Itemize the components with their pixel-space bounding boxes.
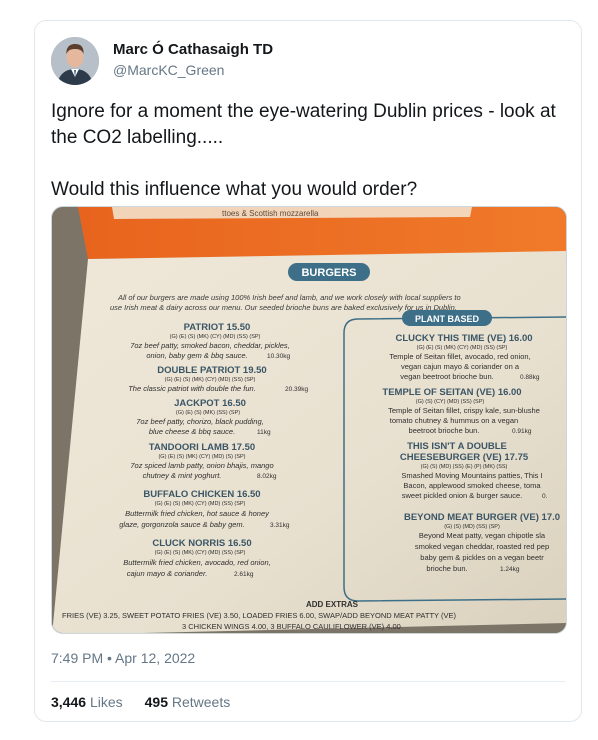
intro-line-2: use Irish meat & dairy across our menu. … (110, 303, 457, 312)
svg-text:(G) (E) (S) (MK) (CY) (MD) (SS: (G) (E) (S) (MK) (CY) (MD) (SS) (SP) (155, 501, 246, 507)
svg-text:7oz spiced lamb patty, onion b: 7oz spiced lamb patty, onion bhajis, man… (130, 461, 273, 470)
svg-text:BUFFALO CHICKEN 16.50: BUFFALO CHICKEN 16.50 (143, 489, 260, 500)
svg-text:0.91kg: 0.91kg (512, 428, 532, 435)
svg-text:JACKPOT 16.50: JACKPOT 16.50 (174, 398, 246, 409)
intro-line-1: All of our burgers are made using 100% I… (117, 293, 461, 302)
svg-text:8.02kg: 8.02kg (257, 473, 277, 480)
svg-text:TANDOORI LAMB 17.50: TANDOORI LAMB 17.50 (149, 442, 255, 453)
svg-text:(G) (E) (S) (MK) (CY) (MD) (S): (G) (E) (S) (MK) (CY) (MD) (S) (SP) (158, 454, 245, 460)
svg-text:PATRIOT 15.50: PATRIOT 15.50 (184, 322, 251, 333)
likes-stat[interactable]: 3,446 Likes (51, 694, 123, 710)
svg-text:CHEESEBURGER (VE) 17.75: CHEESEBURGER (VE) 17.75 (400, 452, 529, 463)
menu-photo: ttoes & Scottish mozzarella BURGERS All … (52, 207, 566, 633)
svg-text:Temple of Seitan fillet, avoca: Temple of Seitan fillet, avocado, red on… (389, 352, 530, 361)
svg-text:11kg: 11kg (257, 429, 271, 436)
extras-line-2: 3 CHICKEN WINGS 4.00, 3 BUFFALO CAULIFLO… (182, 622, 401, 631)
svg-text:BEYOND MEAT BURGER (VE) 17.0: BEYOND MEAT BURGER (VE) 17.0 (404, 512, 560, 523)
svg-text:CLUCK NORRIS 16.50: CLUCK NORRIS 16.50 (152, 538, 251, 549)
svg-text:1.24kg: 1.24kg (500, 566, 520, 573)
svg-text:20.39kg: 20.39kg (285, 386, 309, 393)
likes-label: Likes (89, 694, 123, 710)
svg-text:blue cheese & bbq sauce.: blue cheese & bbq sauce. (149, 427, 235, 436)
svg-text:10.30kg: 10.30kg (267, 353, 291, 360)
svg-text:Smashed Moving Mountains patti: Smashed Moving Mountains patties, This I (401, 471, 542, 480)
svg-text:(G) (S) (MD) (SS) (SP): (G) (S) (MD) (SS) (SP) (444, 524, 500, 530)
likes-count: 3,446 (51, 694, 87, 710)
svg-text:(G) (E) (S) (MK) (SS) (SP): (G) (E) (S) (MK) (SS) (SP) (176, 410, 240, 416)
tweet-timestamp[interactable]: 7:49 PM • Apr 12, 2022 (51, 650, 195, 666)
svg-text:Buttermilk fried chicken, hot: Buttermilk fried chicken, hot sauce & ho… (125, 509, 270, 518)
svg-text:(G) (E) (S) (MK) (CY) (MD) (SS: (G) (E) (S) (MK) (CY) (MD) (SS) (SP) (170, 334, 261, 340)
tweet-text: Ignore for a moment the eye-watering Dub… (51, 99, 566, 203)
svg-text:7oz beef patty, chorizo, black: 7oz beef patty, chorizo, black pudding, (136, 417, 263, 426)
svg-text:smoked vegan cheddar, roasted: smoked vegan cheddar, roasted red pep (415, 542, 549, 551)
svg-text:onion, baby gem & bbq sauce.: onion, baby gem & bbq sauce. (146, 351, 247, 360)
svg-text:sweet pickled onion & burger s: sweet pickled onion & burger sauce. (402, 491, 523, 500)
svg-text:0.: 0. (542, 493, 548, 500)
svg-text:glaze, gorgonzola sauce & baby: glaze, gorgonzola sauce & baby gem. (119, 520, 245, 529)
tweet-text-paragraph-1: Ignore for a moment the eye-watering Dub… (51, 101, 556, 148)
svg-text:THIS ISN'T A DOUBLE: THIS ISN'T A DOUBLE (407, 441, 507, 452)
svg-text:(G) (S) (MD) (SS) (E) (P) (MK): (G) (S) (MD) (SS) (E) (P) (MK) (SS) (421, 464, 508, 470)
retweets-label: Retweets (171, 694, 231, 710)
svg-text:(G) (S) (CY) (MD) (SS) (SP): (G) (S) (CY) (MD) (SS) (SP) (416, 399, 485, 405)
author-display-name[interactable]: Marc Ó Cathasaigh TD (113, 41, 273, 58)
svg-text:(G) (E) (S) (MK) (CY) (MD) (SS: (G) (E) (S) (MK) (CY) (MD) (SS) (SP) (417, 345, 508, 351)
retweets-count: 495 (144, 694, 168, 710)
svg-text:3.31kg: 3.31kg (270, 522, 290, 529)
svg-text:(G) (E) (S) (MK) (CY) (MD) (SS: (G) (E) (S) (MK) (CY) (MD) (SS) (SP) (165, 377, 256, 383)
author-handle[interactable]: @MarcKC_Green (113, 62, 224, 78)
avatar-portrait-image (51, 37, 99, 85)
top-strip-text: ttoes & Scottish mozzarella (222, 209, 319, 218)
tweet-card: Marc Ó Cathasaigh TD @MarcKC_Green Ignor… (34, 20, 582, 722)
svg-text:Bacon, applewood smoked cheese: Bacon, applewood smoked cheese, toma (403, 481, 541, 490)
svg-text:brioche bun.: brioche bun. (426, 564, 467, 573)
add-extras-title: ADD EXTRAS (306, 600, 359, 609)
svg-text:beetroot brioche bun.: beetroot brioche bun. (409, 426, 480, 435)
tweet-text-paragraph-2: Would this influence what you would orde… (51, 179, 418, 200)
svg-text:Buttermilk fried chicken, avoc: Buttermilk fried chicken, avocado, red o… (123, 558, 271, 567)
svg-text:vegan cajun mayo & coriander o: vegan cajun mayo & coriander on a (401, 362, 520, 371)
svg-text:cajun mayo & coriander.: cajun mayo & coriander. (127, 569, 208, 578)
svg-text:0.88kg: 0.88kg (520, 374, 540, 381)
svg-text:The classic patriot with doubl: The classic patriot with double the fun. (128, 384, 256, 393)
tweet-stats: 3,446 Likes 495 Retweets (51, 694, 230, 710)
svg-text:vegan beetroot brioche bun.: vegan beetroot brioche bun. (400, 372, 493, 381)
svg-text:chutney & mint yoghurt.: chutney & mint yoghurt. (143, 471, 222, 480)
svg-text:tomato chutney & hummus on a v: tomato chutney & hummus on a vegan (390, 416, 518, 425)
burgers-title: BURGERS (301, 267, 356, 279)
divider (51, 681, 565, 682)
svg-text:2.61kg: 2.61kg (234, 571, 254, 578)
tweet-photo[interactable]: ttoes & Scottish mozzarella BURGERS All … (51, 206, 567, 634)
svg-text:CLUCKY THIS TIME (VE) 16.00: CLUCKY THIS TIME (VE) 16.00 (395, 333, 532, 344)
svg-text:DOUBLE PATRIOT 19.50: DOUBLE PATRIOT 19.50 (157, 365, 266, 376)
extras-line-1: FRIES (VE) 3.25, SWEET POTATO FRIES (VE)… (62, 611, 456, 620)
author-avatar[interactable] (51, 37, 99, 85)
plant-based-label: PLANT BASED (415, 314, 480, 324)
svg-text:7oz beef patty, smoked bacon,: 7oz beef patty, smoked bacon, cheddar, p… (130, 341, 290, 350)
svg-text:baby gem & pickles on a vegan: baby gem & pickles on a vegan beetr (420, 553, 544, 562)
svg-text:Beyond Meat patty, vegan chipo: Beyond Meat patty, vegan chipotle sla (419, 531, 546, 540)
retweets-stat[interactable]: 495 Retweets (145, 694, 231, 710)
svg-text:Temple of Seitan fillet, crisp: Temple of Seitan fillet, crispy kale, su… (388, 406, 540, 415)
svg-text:TEMPLE OF SEITAN (VE) 16.00: TEMPLE OF SEITAN (VE) 16.00 (382, 387, 521, 398)
svg-text:(G) (E) (S) (MK) (CY) (MD) (SS: (G) (E) (S) (MK) (CY) (MD) (SS) (SP) (155, 550, 246, 556)
